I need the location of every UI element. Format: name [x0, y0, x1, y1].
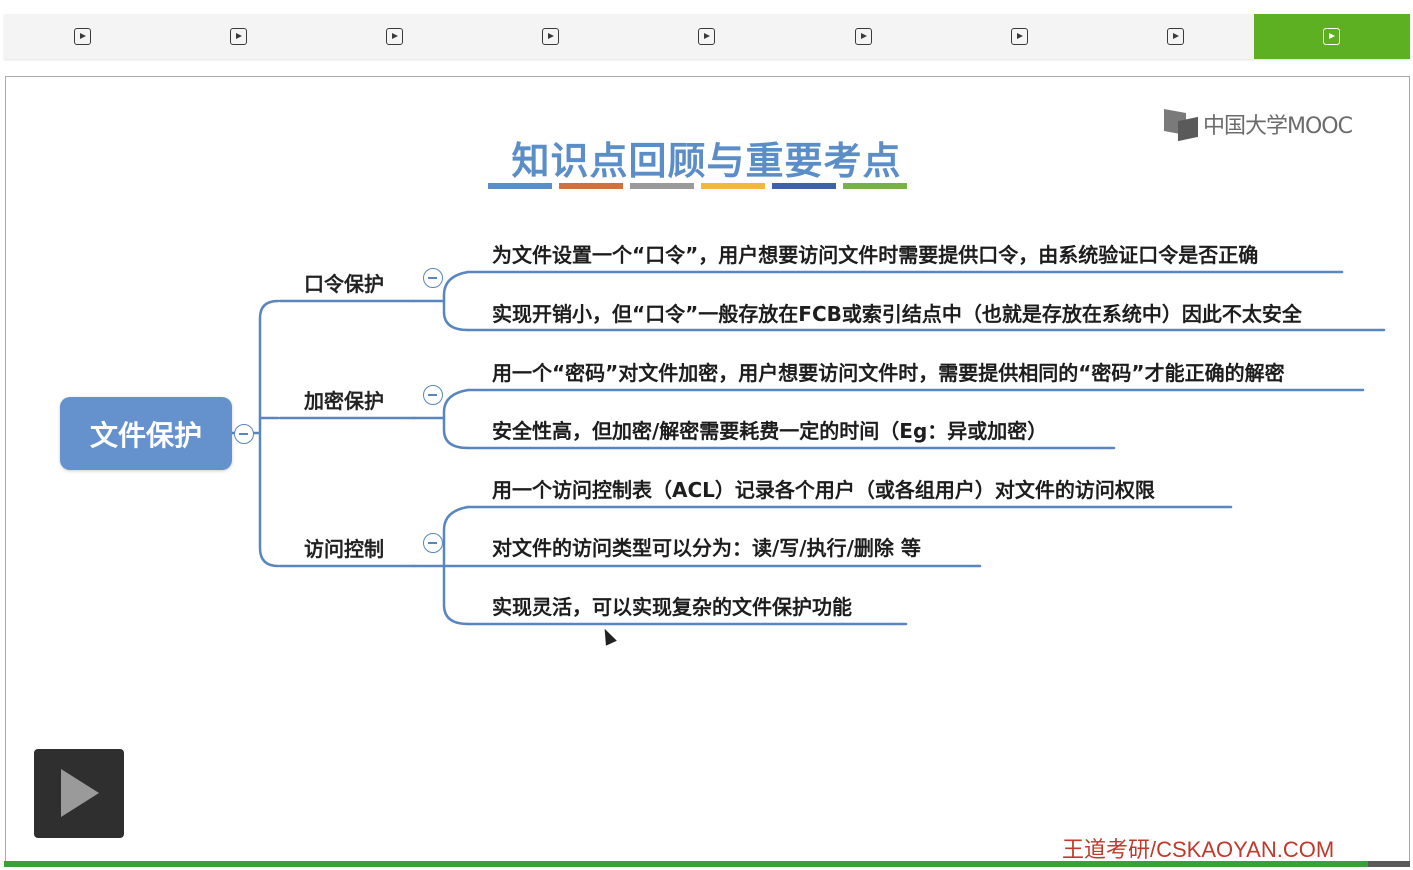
branch-label-encryption[interactable]: 加密保护 — [304, 385, 384, 414]
leaf-access-1[interactable]: 用一个访问控制表（ACL）记录各个用户（或各组用户）对文件的访问权限 — [492, 474, 1155, 503]
video-progress-fill — [4, 861, 1368, 867]
branch-label-access-control[interactable]: 访问控制 — [304, 533, 384, 562]
branch-access-collapse-icon[interactable] — [423, 533, 443, 553]
branch-password-collapse-icon[interactable] — [423, 268, 443, 288]
leaf-password-1[interactable]: 为文件设置一个“口令”，用户想要访问文件时需要提供口令，由系统验证口令是否正确 — [492, 239, 1258, 268]
branch-encryption-collapse-icon[interactable] — [423, 385, 443, 405]
root-collapse-icon[interactable] — [234, 424, 254, 444]
footer-watermark: 王道考研/CSKAOYAN.COM — [1062, 837, 1335, 862]
leaf-password-2[interactable]: 实现开销小，但“口令”一般存放在FCB或索引结点中（也就是存放在系统中）因此不太… — [492, 298, 1302, 327]
video-progress-bar[interactable] — [4, 861, 1410, 867]
leaf-encryption-2[interactable]: 安全性高，但加密/解密需要耗费一定的时间（Eg：异或加密） — [492, 415, 1047, 444]
mindmap-root-node[interactable]: 文件保护 — [60, 397, 232, 470]
play-button[interactable] — [34, 749, 124, 838]
branch-label-password[interactable]: 口令保护 — [304, 268, 384, 297]
leaf-access-3[interactable]: 实现灵活，可以实现复杂的文件保护功能 — [492, 591, 852, 620]
leaf-encryption-1[interactable]: 用一个“密码”对文件加密，用户想要访问文件时，需要提供相同的“密码”才能正确的解… — [492, 357, 1285, 386]
leaf-access-2[interactable]: 对文件的访问类型可以分为：读/写/执行/删除 等 — [492, 532, 921, 561]
